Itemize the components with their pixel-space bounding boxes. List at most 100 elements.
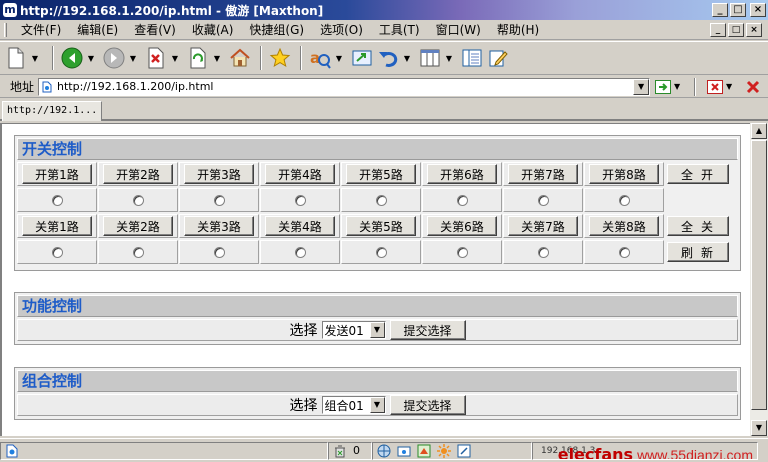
menu-edit[interactable]: 编辑(E) (69, 21, 126, 38)
mdi-close-button[interactable]: × (746, 22, 762, 37)
chevron-down-icon[interactable]: ▼ (369, 397, 385, 413)
close-tab-dropdown-icon[interactable]: ▼ (724, 82, 734, 91)
on-channel-2-radio[interactable] (132, 194, 144, 206)
scroll-up-icon[interactable]: ▲ (751, 123, 767, 139)
on-channel-7-button[interactable]: 开第7路 (508, 164, 578, 184)
group-form-row: 选择 组合01 ▼ 提交选择 (17, 394, 738, 416)
menu-tools[interactable]: 工具(T) (371, 21, 428, 38)
menu-favorites[interactable]: 收藏(A) (184, 21, 242, 38)
off-channel-7-radio[interactable] (537, 246, 549, 258)
menu-options[interactable]: 选项(O) (312, 21, 371, 38)
back-icon[interactable] (60, 46, 84, 70)
on-channel-7-radio[interactable] (537, 194, 549, 206)
search-engine-icon[interactable]: a (308, 46, 332, 70)
on-channel-4-button[interactable]: 开第4路 (265, 164, 335, 184)
favorites-star-icon[interactable] (268, 46, 292, 70)
off-channel-6-radio[interactable] (456, 246, 468, 258)
switch-control-panel: 开关控制 开第1路 开第2路 开第3路 开第4路 开第5路 开第6路 开第7路 … (14, 135, 741, 271)
sidebar-icon[interactable] (460, 46, 484, 70)
home-icon[interactable] (228, 46, 252, 70)
off-channel-7-button[interactable]: 关第7路 (508, 216, 578, 236)
off-channel-8-button[interactable]: 关第8路 (589, 216, 659, 236)
on-channel-6-button[interactable]: 开第6路 (427, 164, 497, 184)
network-icon[interactable] (377, 444, 391, 458)
go-icon[interactable] (654, 79, 672, 95)
tab-ip-page[interactable]: http://192.1... (2, 101, 102, 121)
url-input[interactable]: http://192.168.1.200/ip.html ▼ (38, 77, 651, 96)
off-channel-8-radio[interactable] (618, 246, 630, 258)
refresh-icon[interactable] (186, 46, 210, 70)
on-channel-2-button[interactable]: 开第2路 (103, 164, 173, 184)
search-engine-dropdown-icon[interactable]: ▼ (334, 54, 344, 63)
close-button[interactable]: × (750, 3, 766, 17)
menu-window[interactable]: 窗口(W) (428, 21, 489, 38)
stop-icon[interactable] (144, 46, 168, 70)
undo-close-icon[interactable] (376, 46, 400, 70)
function-submit-button[interactable]: 提交选择 (389, 320, 466, 340)
column-view-dropdown-icon[interactable]: ▼ (444, 54, 454, 63)
off-channel-4-button[interactable]: 关第4路 (265, 216, 335, 236)
off-channel-6-button[interactable]: 关第6路 (427, 216, 497, 236)
go-dropdown-icon[interactable]: ▼ (672, 82, 682, 91)
chevron-down-icon[interactable]: ▼ (369, 322, 385, 338)
maxthon-app-icon[interactable]: m (3, 3, 17, 17)
refresh-button[interactable]: 刷新 (667, 242, 729, 262)
on-channel-5-radio[interactable] (375, 194, 387, 206)
url-history-dropdown-icon[interactable]: ▼ (633, 78, 650, 95)
close-tab-icon[interactable] (706, 79, 724, 95)
column-view-icon[interactable] (418, 46, 442, 70)
minimize-button[interactable]: _ (712, 3, 728, 17)
on-channel-1-button[interactable]: 开第1路 (22, 164, 92, 184)
undo-close-dropdown-icon[interactable]: ▼ (402, 54, 412, 63)
off-channel-1-button[interactable]: 关第1路 (22, 216, 92, 236)
watermark-left: elecfans (557, 444, 634, 460)
new-page-icon[interactable] (4, 46, 28, 70)
sun-icon[interactable] (437, 443, 451, 458)
scroll-thumb[interactable] (751, 140, 767, 410)
fullscreen-icon[interactable] (350, 46, 374, 70)
mdi-minimize-button[interactable]: _ (710, 22, 726, 37)
on-channel-8-radio[interactable] (618, 194, 630, 206)
off-channel-3-radio[interactable] (213, 246, 225, 258)
on-channel-1-radio[interactable] (51, 194, 63, 206)
group-select[interactable]: 组合01 ▼ (321, 396, 386, 414)
back-dropdown-icon[interactable]: ▼ (86, 54, 96, 63)
on-channel-3-button[interactable]: 开第3路 (184, 164, 254, 184)
all-off-button[interactable]: 全关 (667, 216, 729, 236)
menu-view[interactable]: 查看(V) (126, 21, 184, 38)
off-channel-1-radio[interactable] (51, 246, 63, 258)
refresh-dropdown-icon[interactable]: ▼ (212, 54, 222, 63)
on-channel-8-button[interactable]: 开第8路 (589, 164, 659, 184)
off-channel-5-radio[interactable] (375, 246, 387, 258)
new-page-dropdown-icon[interactable]: ▼ (30, 54, 40, 63)
mdi-restore-button[interactable]: □ (728, 22, 744, 37)
notes-icon[interactable] (457, 444, 471, 458)
maximize-button[interactable]: □ (730, 3, 746, 17)
function-select[interactable]: 发送01 ▼ (321, 321, 386, 339)
edit-icon[interactable] (486, 46, 510, 70)
forward-dropdown-icon[interactable]: ▼ (128, 54, 138, 63)
menu-group[interactable]: 快捷组(G) (241, 21, 312, 38)
url-text: http://192.168.1.200/ip.html (57, 80, 214, 93)
on-channel-6-radio[interactable] (456, 194, 468, 206)
off-channel-2-radio[interactable] (132, 246, 144, 258)
on-channel-5-button[interactable]: 开第5路 (346, 164, 416, 184)
group-submit-button[interactable]: 提交选择 (389, 395, 466, 415)
scroll-down-icon[interactable]: ▼ (751, 420, 767, 436)
close-all-icon[interactable] (744, 79, 762, 95)
stop-dropdown-icon[interactable]: ▼ (170, 54, 180, 63)
plugin-icon[interactable] (417, 444, 431, 458)
off-channel-2-button[interactable]: 关第2路 (103, 216, 173, 236)
on-channel-3-radio[interactable] (213, 194, 225, 206)
menu-help[interactable]: 帮助(H) (489, 21, 547, 38)
forward-icon[interactable] (102, 46, 126, 70)
off-channel-4-radio[interactable] (294, 246, 306, 258)
off-channel-3-button[interactable]: 关第3路 (184, 216, 254, 236)
download-icon[interactable] (397, 444, 411, 458)
popup-blocker-area[interactable]: 0 (328, 441, 372, 460)
vertical-scrollbar[interactable]: ▲ ▼ (750, 123, 768, 436)
all-on-button[interactable]: 全开 (667, 164, 729, 184)
on-channel-4-radio[interactable] (294, 194, 306, 206)
menu-file[interactable]: 文件(F) (13, 21, 69, 38)
off-channel-5-button[interactable]: 关第5路 (346, 216, 416, 236)
